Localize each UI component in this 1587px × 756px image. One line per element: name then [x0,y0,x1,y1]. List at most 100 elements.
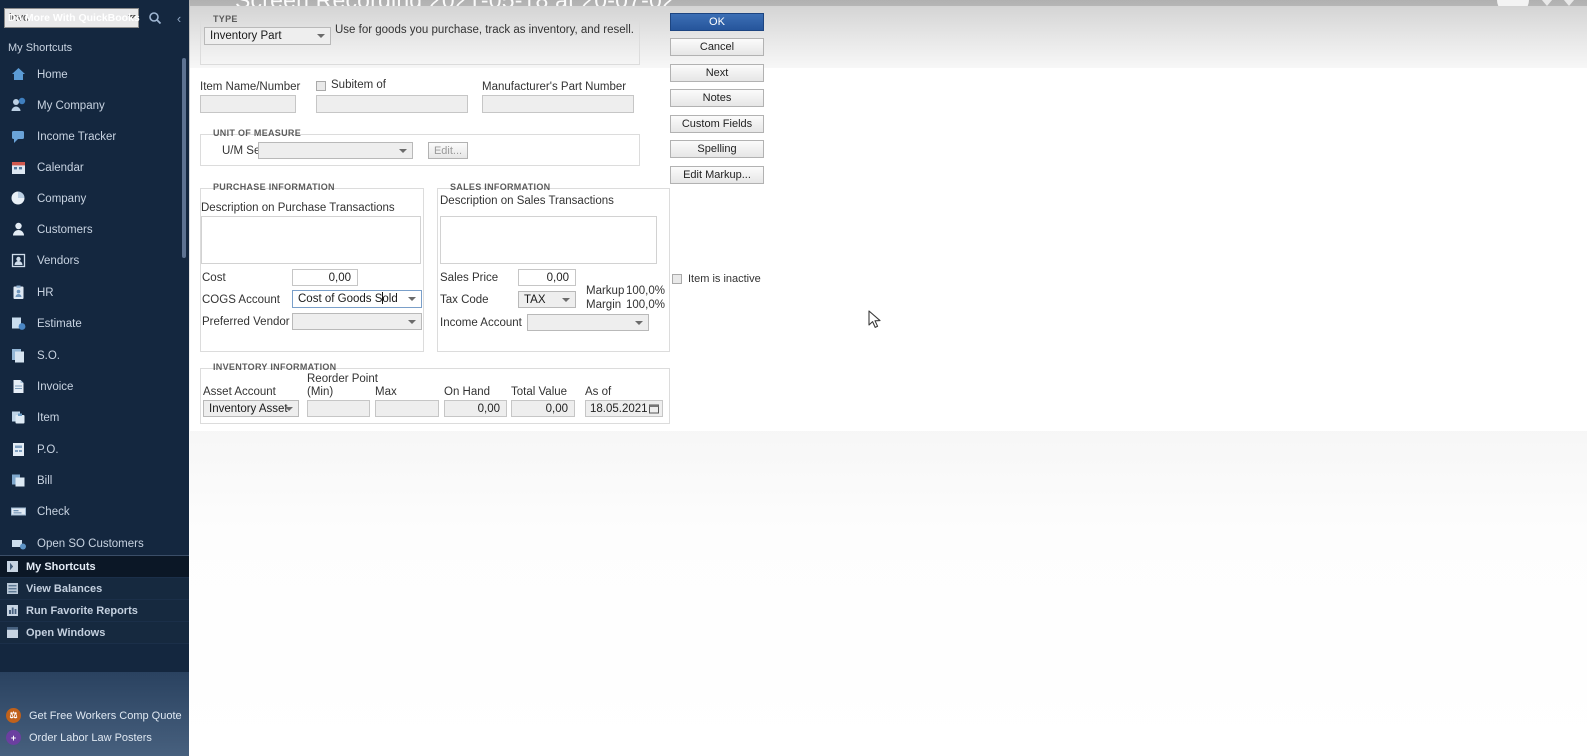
sidebar-item-hr[interactable]: HR [0,277,182,308]
reorder-point-label: Reorder Point [307,373,378,385]
max-label: Max [375,386,397,398]
sidebar-item-calendar[interactable]: Calendar [0,152,182,183]
sales-group-legend: SALES INFORMATION [450,182,551,192]
sidebar-scrollbar[interactable] [182,58,186,258]
invoice-icon [10,378,27,395]
on-hand-input[interactable]: 0,00 [444,400,507,417]
sales-price-input[interactable]: 0,00 [518,269,576,286]
uom-edit-button[interactable]: Edit... [428,142,468,159]
next-button[interactable]: Next [670,64,764,82]
sidebar-item-vendors[interactable]: Vendors [0,245,182,276]
sidebar-panel-run-favorite-reports[interactable]: Run Favorite Reports [0,600,189,622]
mouse-cursor [868,310,884,330]
ok-button[interactable]: OK [670,13,764,31]
estimate-icon [10,315,27,332]
item-name-label: Item Name/Number [200,81,301,93]
cost-input[interactable]: 0,00 [292,269,358,286]
reports-icon [6,604,19,617]
income-account-dropdown[interactable] [527,314,649,331]
sidebar-item-bill[interactable]: Bill [0,465,182,496]
reorder-min-label: (Min) [307,386,334,398]
item-name-input[interactable] [200,95,296,113]
uom-edit-label: Edit... [433,144,463,157]
promo-item-labor-law[interactable]: + Order Labor Law Posters [6,730,152,745]
chevron-left-icon[interactable]: ‹ [170,8,188,28]
inventory-group-legend: INVENTORY INFORMATION [213,362,337,372]
sidebar-item-label: Check [37,505,70,518]
preferred-vendor-dropdown[interactable] [292,313,422,330]
item-type-description: Use for goods you purchase, track as inv… [335,24,634,36]
custom-fields-button[interactable]: Custom Fields [670,115,764,133]
notes-button[interactable]: Notes [670,89,764,107]
sidebar-item-check[interactable]: Check [0,496,182,527]
workers-comp-icon: ⚖ [6,708,21,723]
sidebar-item-label: Open SO Customers [37,537,144,550]
sidebar-item-label: Customers [37,223,93,236]
purchase-desc-label: Description on Purchase Transactions [201,202,395,214]
sidebar-item-label: HR [37,286,54,299]
pie-chart-icon [10,190,27,207]
chevron-down-icon [285,406,293,411]
purchase-desc-textarea[interactable] [201,216,421,264]
sidebar-panel-my-shortcuts[interactable]: My Shortcuts [0,556,189,578]
check-icon [10,503,27,520]
tax-code-value: TAX [524,293,546,306]
bill-icon [10,472,27,489]
sidebar-item-label: Company [37,192,87,205]
edit-markup-button[interactable]: Edit Markup... [670,166,764,184]
subitem-dropdown[interactable] [316,95,468,113]
sidebar-panel-label: Open Windows [26,626,106,639]
sidebar-item-income-tracker[interactable]: Income Tracker [0,121,182,152]
edit-markup-button-label: Edit Markup... [683,169,751,181]
sidebar-item-label: Item [37,411,60,424]
sidebar-item-customers[interactable]: Customers [0,214,182,245]
item-type-value: Inventory Part [210,30,282,42]
person-icon [10,221,27,238]
sidebar-item-label: Bill [37,474,53,487]
mpn-input[interactable] [482,95,634,113]
sidebar-item-my-company[interactable]: My Company [0,90,182,121]
cancel-button[interactable]: Cancel [670,38,764,56]
total-value-input[interactable]: 0,00 [511,400,575,417]
tax-code-dropdown[interactable]: TAX [518,291,576,308]
markup-value: 100,0% [626,285,666,297]
sidebar-panel-view-balances[interactable]: View Balances [0,578,189,600]
as-of-input[interactable]: 18.05.2021 [585,400,663,417]
preferred-vendor-label: Preferred Vendor [202,316,290,328]
subitem-label: Subitem of [331,79,386,91]
uom-set-dropdown[interactable] [258,142,413,159]
as-of-label: As of [585,386,612,398]
vendors-icon [10,252,27,269]
asset-account-dropdown[interactable]: Inventory Asset [203,400,299,417]
promo-item-workers-comp[interactable]: ⚖ Get Free Workers Comp Quote [6,708,182,723]
item-type-dropdown[interactable]: Inventory Part [204,27,331,45]
calendar-icon[interactable] [649,404,659,417]
item-inactive-checkbox[interactable] [672,274,682,284]
cogs-account-label: COGS Account [202,294,280,306]
sidebar-panel-open-windows[interactable]: Open Windows [0,622,189,644]
sidebar-item-company[interactable]: Company [0,183,182,214]
total-value-label: Total Value [511,386,568,398]
spelling-button[interactable]: Spelling [670,140,764,158]
sidebar-item-item[interactable]: Item [0,402,182,433]
max-input[interactable] [375,400,439,417]
plus-circle-icon: + [6,730,21,745]
sidebar-item-po[interactable]: P.O. [0,434,182,465]
promo-item-label: Order Labor Law Posters [29,731,152,744]
sidebar-item-label: Income Tracker [37,130,117,143]
open-so-icon [10,535,27,552]
sidebar-item-estimate[interactable]: Estimate [0,308,182,339]
sales-desc-textarea[interactable] [440,216,657,264]
subitem-checkbox[interactable] [316,81,326,91]
sidebar-item-invoice[interactable]: Invoice [0,371,182,402]
sidebar-item-home[interactable]: Home [0,59,182,90]
cogs-account-dropdown[interactable]: Cost of Goods Sold [292,290,422,308]
sales-desc-label: Description on Sales Transactions [440,195,614,207]
reorder-point-input[interactable] [307,400,370,417]
item-inactive-row[interactable]: Item is inactive [672,273,761,285]
cancel-button-label: Cancel [699,41,735,53]
sidebar-item-so[interactable]: S.O. [0,340,182,371]
clipboard-person-icon [10,284,27,301]
sales-order-icon [10,347,27,364]
search-icon[interactable] [144,8,166,28]
